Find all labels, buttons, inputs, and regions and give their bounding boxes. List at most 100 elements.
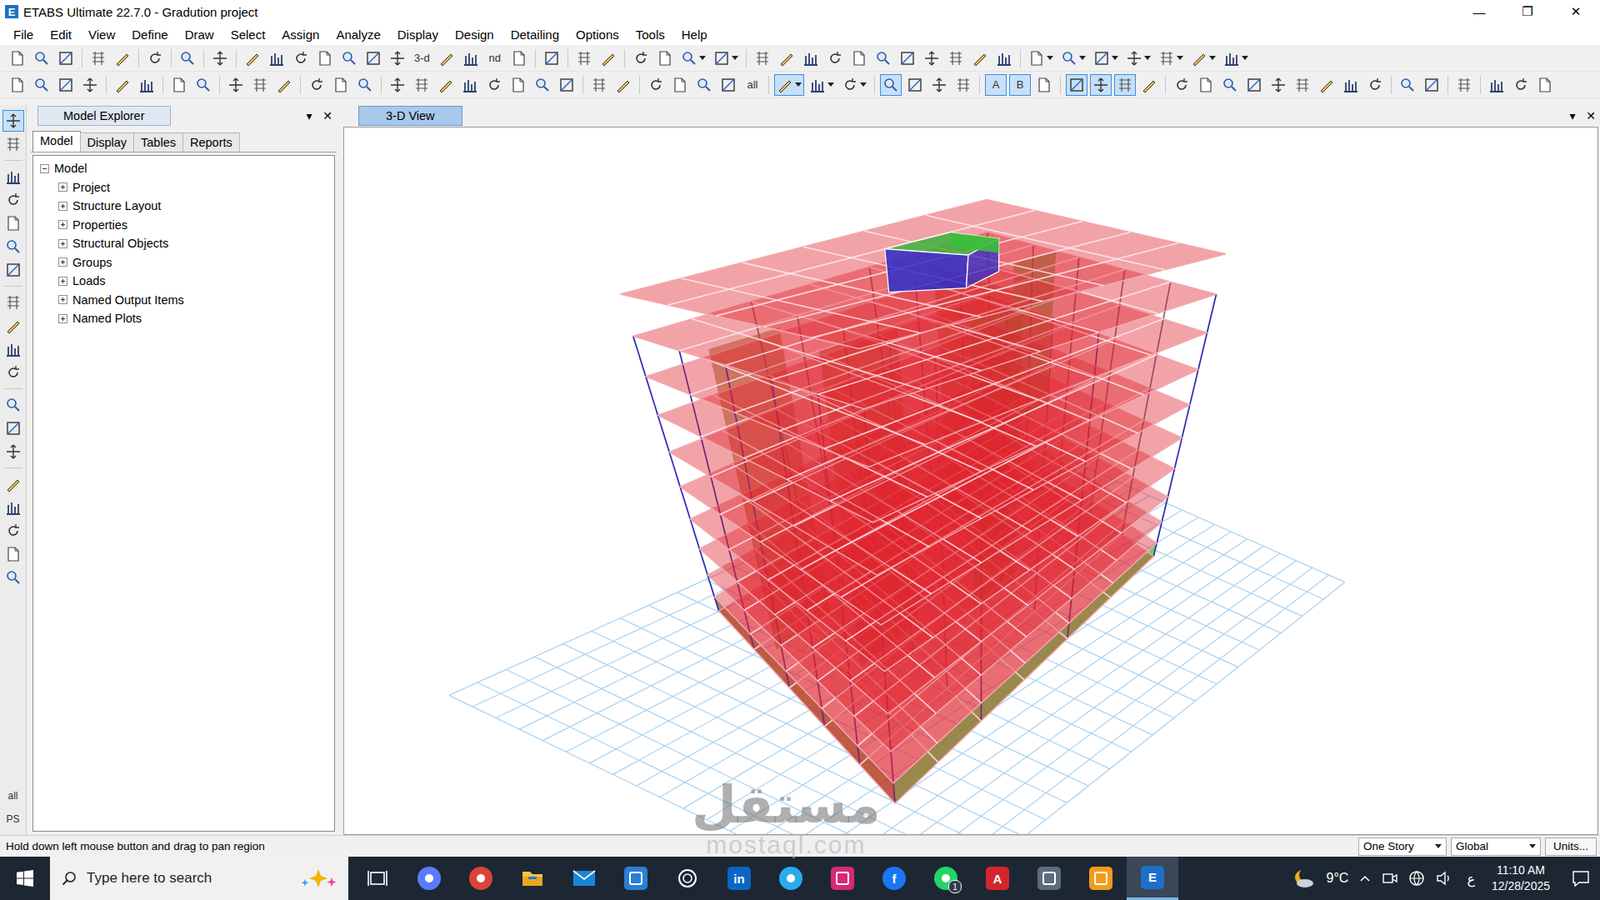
- menu-item[interactable]: View: [80, 25, 124, 44]
- toolbar-button[interactable]: [135, 74, 158, 96]
- explorer-tab[interactable]: Display: [80, 132, 135, 152]
- close-button[interactable]: ✕: [318, 106, 337, 125]
- toolbar-button[interactable]: [507, 74, 530, 96]
- toolbar-button[interactable]: [2, 189, 25, 211]
- tree-item[interactable]: Model: [40, 159, 328, 179]
- toolbar-button[interactable]: [1090, 74, 1112, 96]
- toolbar-button[interactable]: [1219, 74, 1241, 96]
- toolbar-button[interactable]: [2, 566, 25, 589]
- toolbar-button[interactable]: all: [741, 74, 764, 96]
- menu-item[interactable]: Tools: [627, 25, 674, 44]
- window-control-button[interactable]: ❐: [1503, 0, 1552, 24]
- toolbar-button[interactable]: [330, 74, 352, 96]
- toolbar-button[interactable]: [693, 74, 715, 96]
- toolbar-button[interactable]: [192, 74, 215, 96]
- taskbar-app[interactable]: [403, 856, 455, 900]
- toolbar-button[interactable]: [111, 47, 134, 70]
- toolbar-button[interactable]: [1291, 74, 1314, 96]
- toolbar-button[interactable]: [555, 74, 578, 96]
- toolbar-button[interactable]: [241, 47, 264, 70]
- menu-item[interactable]: Detailing: [502, 25, 568, 44]
- toolbar-button[interactable]: [588, 74, 610, 96]
- toolbar-button[interactable]: [30, 47, 53, 70]
- toolbar-button[interactable]: [2, 440, 25, 463]
- toolbar-button[interactable]: [386, 74, 409, 96]
- close-button[interactable]: ✕: [1581, 106, 1600, 125]
- toolbar-button[interactable]: [880, 74, 902, 96]
- toolbar-button[interactable]: [1114, 74, 1136, 96]
- toolbar-button[interactable]: [928, 74, 950, 96]
- toolbar-button[interactable]: [1510, 74, 1532, 96]
- story-dropdown[interactable]: One Story: [1358, 837, 1447, 856]
- coordinate-system-dropdown[interactable]: Global: [1450, 837, 1541, 856]
- toolbar-button[interactable]: [305, 74, 328, 96]
- model-canvas[interactable]: [343, 126, 1599, 835]
- menu-item[interactable]: File: [5, 25, 42, 44]
- toolbar-button[interactable]: [597, 47, 620, 70]
- toolbar-button[interactable]: [338, 47, 360, 70]
- toolbar-button[interactable]: [775, 47, 798, 70]
- toolbar-dropdown[interactable]: [1220, 47, 1251, 70]
- toolbar-dropdown[interactable]: [1058, 47, 1089, 70]
- toolbar-button[interactable]: [435, 47, 458, 70]
- expand-toggle-icon[interactable]: [40, 164, 50, 174]
- taskbar-app[interactable]: [506, 856, 559, 900]
- toolbar-button[interactable]: B: [1009, 74, 1031, 96]
- toolbar-dropdown[interactable]: [678, 47, 709, 70]
- expand-toggle-icon[interactable]: [58, 314, 68, 324]
- toolbar-button[interactable]: [79, 74, 101, 96]
- toolbar-button[interactable]: [645, 74, 667, 96]
- toolbar-button[interactable]: [848, 47, 870, 70]
- view-tab[interactable]: 3-D View: [358, 105, 463, 126]
- toolbar-dropdown[interactable]: [710, 47, 741, 70]
- toolbar-button[interactable]: [55, 74, 77, 96]
- notification-icon[interactable]: [1571, 869, 1590, 888]
- toolbar-button[interactable]: [969, 47, 991, 70]
- taskbar-app[interactable]: [1023, 856, 1075, 900]
- tree-item[interactable]: Named Output Items: [40, 290, 328, 310]
- toolbar-button[interactable]: [386, 47, 409, 70]
- taskbar-app[interactable]: [351, 856, 404, 900]
- toolbar-button[interactable]: [460, 47, 482, 70]
- toolbar-button[interactable]: [717, 74, 740, 96]
- toolbar-button[interactable]: [30, 74, 53, 96]
- toolbar-button[interactable]: [314, 47, 336, 70]
- toolbar-button[interactable]: [872, 47, 895, 70]
- toolbar-button[interactable]: [573, 47, 595, 70]
- toolbar-button[interactable]: [265, 47, 288, 70]
- toolbar-button[interactable]: [249, 74, 271, 96]
- toolbar-dropdown[interactable]: [774, 74, 805, 96]
- window-control-button[interactable]: —: [1455, 0, 1504, 24]
- toolbar-button[interactable]: [6, 47, 29, 70]
- toolbar-button[interactable]: nd: [484, 47, 506, 70]
- toolbar-button[interactable]: [1033, 74, 1055, 96]
- toolbar-button[interactable]: [824, 47, 846, 70]
- tree-item[interactable]: Project: [40, 178, 328, 198]
- pin-button[interactable]: ▾: [300, 106, 319, 125]
- toolbar-button[interactable]: [168, 74, 190, 96]
- taskbar-app[interactable]: [455, 856, 507, 900]
- toolbar-button[interactable]: [1534, 74, 1556, 96]
- toolbar-button[interactable]: all: [2, 785, 25, 807]
- toolbar-button[interactable]: [1170, 74, 1193, 96]
- window-control-button[interactable]: ✕: [1551, 0, 1600, 24]
- penthouse[interactable]: [885, 232, 1000, 293]
- taskbar-app[interactable]: [558, 856, 610, 900]
- menu-item[interactable]: Display: [389, 25, 447, 44]
- toolbar-button[interactable]: [508, 47, 530, 70]
- meet-now-icon[interactable]: [1381, 870, 1399, 886]
- toolbar-button[interactable]: [654, 47, 676, 70]
- menu-item[interactable]: Analyze: [327, 25, 389, 44]
- toolbar-button[interactable]: [354, 74, 376, 96]
- menu-item[interactable]: Draw: [176, 25, 223, 44]
- toolbar-button[interactable]: [800, 47, 822, 70]
- clock[interactable]: 11:10 AM 12/28/2025: [1491, 862, 1550, 895]
- toolbar-button[interactable]: [362, 47, 385, 70]
- expand-toggle-icon[interactable]: [58, 182, 68, 192]
- toolbar-button[interactable]: [176, 47, 199, 70]
- toolbar-button[interactable]: [1420, 74, 1443, 96]
- toolbar-button[interactable]: [290, 47, 312, 70]
- toolbar-button[interactable]: [945, 47, 967, 70]
- menu-item[interactable]: Assign: [273, 25, 328, 44]
- toolbar-button[interactable]: [2, 315, 25, 337]
